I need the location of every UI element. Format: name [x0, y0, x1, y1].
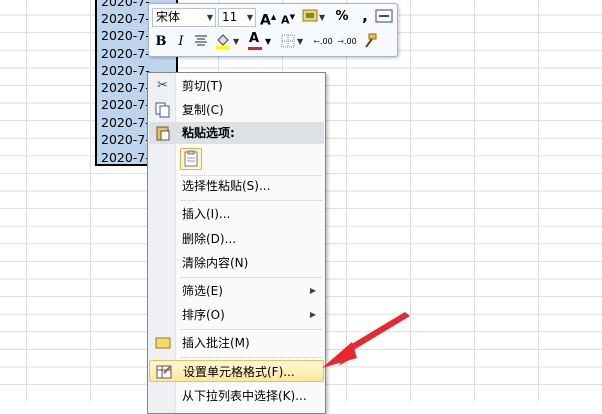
annotation-arrow — [322, 312, 410, 368]
